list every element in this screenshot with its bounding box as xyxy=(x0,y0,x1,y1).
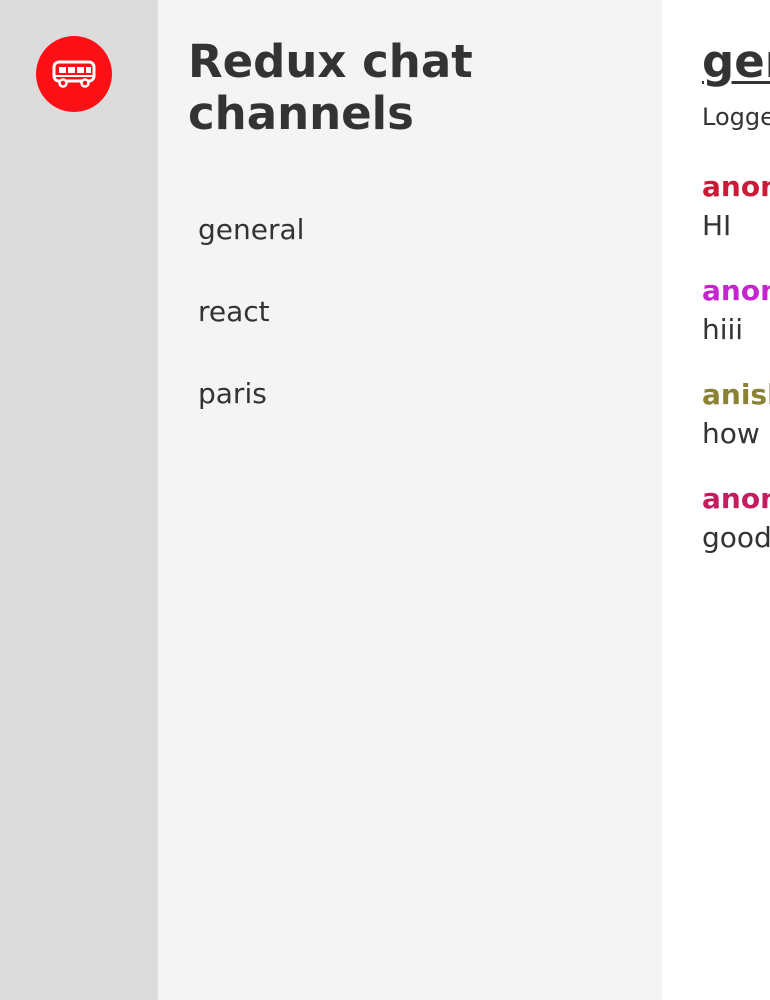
message-text: good xyxy=(702,521,770,554)
channels-title: Redux chat channels xyxy=(188,35,473,140)
logo-button[interactable] xyxy=(36,36,112,112)
message-author: anish xyxy=(702,378,770,411)
left-rail xyxy=(0,0,158,1000)
channel-list: general react paris xyxy=(188,190,588,436)
chat-channel-title: ger xyxy=(702,35,770,88)
logged-in-status: Logge xyxy=(702,103,770,131)
message-item: anon HI xyxy=(702,168,770,272)
message-item: anon hiii xyxy=(702,272,770,376)
chat-panel: ger Logge anon HI anon hiii anish how a … xyxy=(662,0,770,1000)
message-item: anon good xyxy=(702,480,770,584)
message-text: hiii xyxy=(702,313,744,346)
message-author: anon xyxy=(702,274,770,307)
message-text: HI xyxy=(702,209,732,242)
message-list: anon HI anon hiii anish how a anon good xyxy=(702,168,770,584)
message-text: how a xyxy=(702,417,770,450)
channels-panel: Redux chat channels general react paris xyxy=(158,0,662,1000)
message-author: anon xyxy=(702,170,770,203)
app-window: Redux chat channels general react paris … xyxy=(0,0,770,1000)
channel-item-paris[interactable]: paris xyxy=(188,354,588,436)
message-author: anon xyxy=(702,482,770,515)
bus-icon xyxy=(52,60,96,88)
channel-item-react[interactable]: react xyxy=(188,272,588,354)
channel-item-general[interactable]: general xyxy=(188,190,588,272)
message-item: anish how a xyxy=(702,376,770,480)
